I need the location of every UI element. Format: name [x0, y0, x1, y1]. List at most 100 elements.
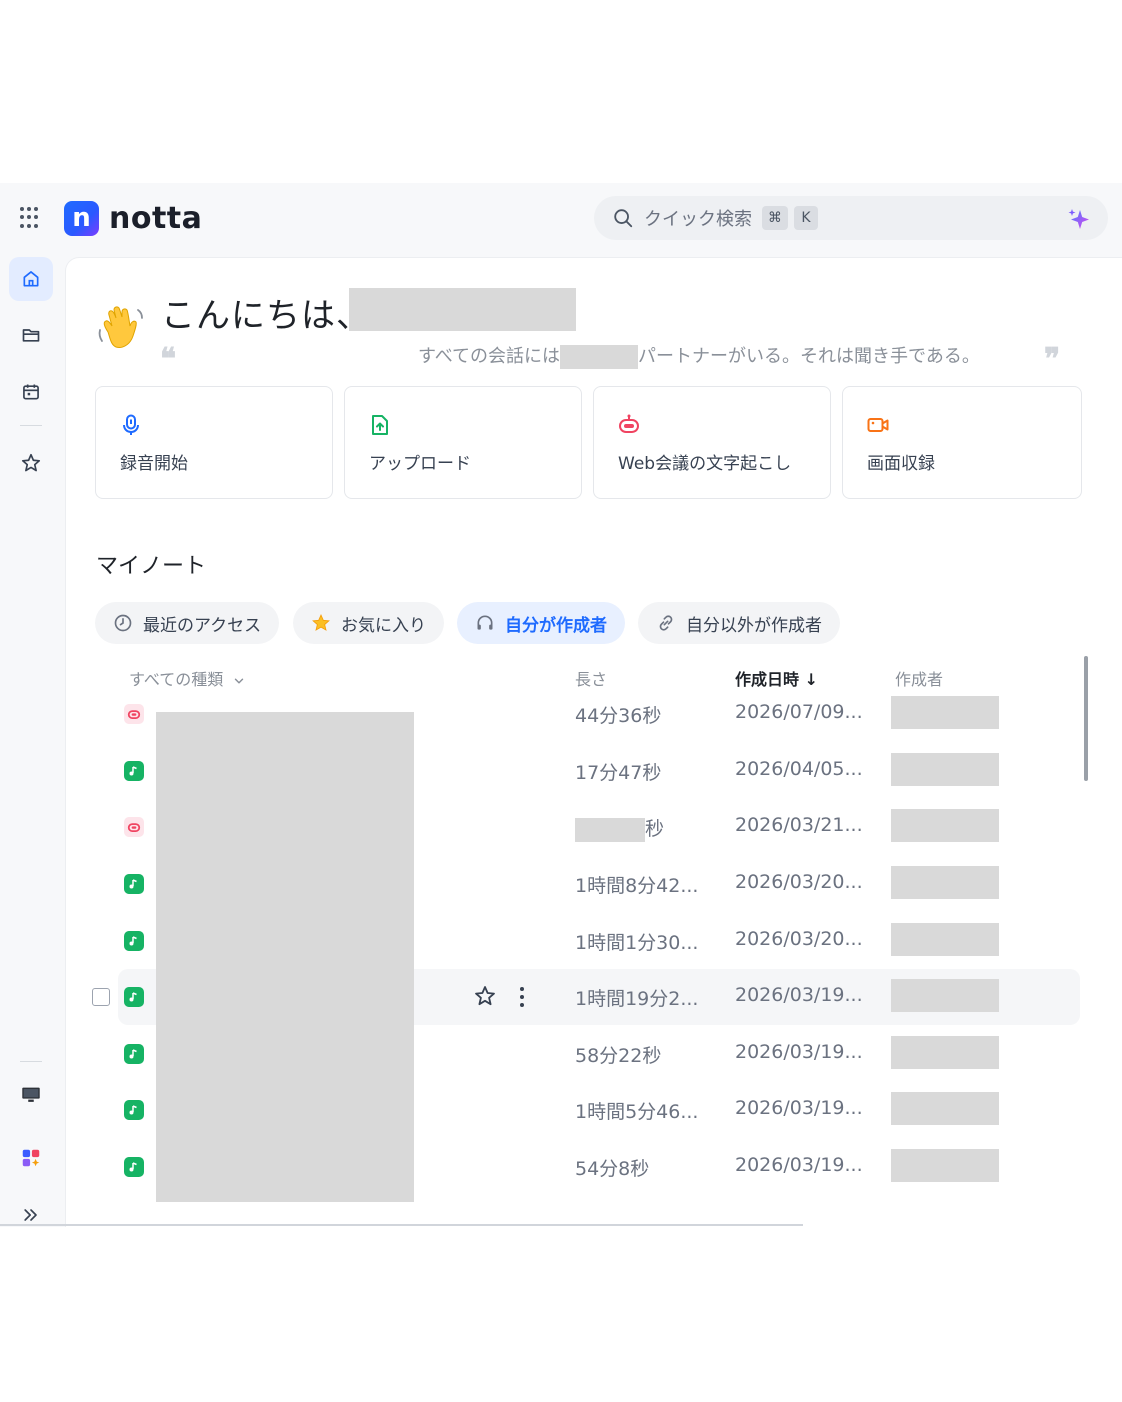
redacted-quote-word: [560, 345, 639, 369]
greeting-quote: すべての会話には パートナーがいる。それは聞き手である。: [418, 342, 980, 369]
redacted-owner: [891, 1036, 999, 1069]
ai-sparkle-icon[interactable]: [1066, 206, 1092, 232]
tab-created-by-me[interactable]: 自分が作成者: [457, 602, 625, 644]
redacted-owner: [891, 1149, 999, 1182]
logo[interactable]: n notta: [64, 200, 202, 236]
scrollbar[interactable]: [1084, 656, 1088, 781]
apps-icon: [22, 1149, 40, 1167]
bot-icon: [619, 414, 639, 433]
redacted-owner: [891, 1092, 999, 1125]
row-length: 1時間19分2...: [575, 988, 699, 1010]
row-created: 2026/03/21...: [735, 814, 863, 836]
tab-favorites-label: お気に入り: [341, 615, 426, 636]
action-web-meeting-label: Web会議の文字起こし: [618, 454, 792, 474]
redacted-owner: [891, 809, 999, 842]
redacted-owner: [891, 753, 999, 786]
sidebar-item-device[interactable]: [9, 1073, 53, 1117]
upload-file-icon: [372, 415, 388, 435]
row-created: 2026/03/20...: [735, 871, 863, 893]
action-upload-label: アップロード: [369, 454, 471, 474]
redacted-owner: [891, 923, 999, 956]
row-created: 2026/03/20...: [735, 928, 863, 950]
quote-text-before: すべての会話には: [418, 346, 561, 367]
row-created: 2026/03/19...: [735, 1154, 863, 1176]
window-bottom-edge: [0, 1224, 803, 1226]
quote-open-icon: ❝: [160, 342, 177, 377]
sidebar-item-apps[interactable]: [9, 1136, 53, 1180]
favorite-star-icon[interactable]: [473, 984, 497, 1008]
redacted-note-names: [156, 712, 414, 1202]
tab-favorites[interactable]: お気に入り: [293, 602, 444, 644]
section-title-my-notes: マイノート: [96, 554, 207, 579]
tab-recent-label: 最近のアクセス: [143, 615, 262, 636]
waving-hand-icon: [98, 306, 143, 348]
clock-icon: [114, 614, 132, 632]
folder-icon: [22, 329, 40, 342]
sidebar-expand[interactable]: [9, 1193, 53, 1227]
action-upload[interactable]: アップロード: [344, 386, 582, 499]
audio-file-icon: [124, 987, 144, 1007]
video-camera-icon: [867, 418, 889, 432]
sidebar-item-home[interactable]: [9, 257, 53, 301]
search-bar[interactable]: クイック検索 ⌘ K: [594, 196, 1108, 240]
quote-text-after: パートナーがいる。それは聞き手である。: [638, 346, 980, 367]
tab-created-by-others-label: 自分以外が作成者: [686, 615, 822, 636]
row-created: 2026/07/09...: [735, 701, 863, 723]
logo-mark: n: [64, 200, 99, 236]
action-record-label: 録音開始: [120, 454, 188, 474]
sidebar-item-favorites[interactable]: [9, 441, 53, 485]
shortcut-key: K: [794, 206, 818, 230]
redacted-owner: [891, 696, 999, 729]
shortcut-cmd: ⌘: [762, 206, 788, 230]
row-length-unit: 秒: [645, 818, 665, 840]
calendar-icon: [23, 384, 39, 400]
double-chevron-right-icon: [24, 1209, 37, 1221]
app-grid-icon[interactable]: [20, 207, 42, 229]
tab-created-by-me-label: 自分が作成者: [505, 615, 607, 636]
logo-text: notta: [109, 200, 203, 236]
quote-close-icon: ❞: [1044, 342, 1061, 377]
row-length: 秒: [575, 814, 664, 842]
audio-file-icon: [124, 874, 144, 894]
app-window: n notta クイック検索 ⌘ K こんにちは、 ❝ すべての会話には パート…: [0, 183, 1122, 1227]
search-placeholder: クイック検索: [644, 209, 752, 230]
star-icon: [21, 453, 41, 472]
row-length: 1時間1分30...: [575, 932, 699, 954]
action-web-meeting[interactable]: Web会議の文字起こし: [593, 386, 831, 499]
row-created: 2026/03/19...: [735, 984, 863, 1006]
row-checkbox[interactable]: [92, 988, 110, 1006]
home-icon: [23, 271, 39, 287]
tab-recent[interactable]: 最近のアクセス: [95, 602, 280, 644]
star-icon: [312, 614, 330, 631]
action-screen-record-label: 画面収録: [867, 454, 935, 474]
audio-file-icon: [124, 1100, 144, 1120]
quick-actions: 録音開始 アップロード Web会議の文字起こし 画面収録: [95, 386, 1083, 499]
bot-file-icon: [124, 817, 144, 837]
row-created: 2026/03/19...: [735, 1097, 863, 1119]
microphone-icon: [123, 414, 139, 435]
sidebar-divider: [20, 425, 42, 426]
more-options-icon[interactable]: [518, 985, 526, 1009]
sidebar-divider-bottom: [20, 1061, 42, 1062]
row-length: 54分8秒: [575, 1158, 650, 1180]
action-record[interactable]: 録音開始: [95, 386, 333, 499]
row-created: 2026/03/19...: [735, 1041, 863, 1063]
redacted-owner: [891, 979, 999, 1012]
sidebar-item-folder[interactable]: [9, 313, 53, 357]
audio-file-icon: [124, 931, 144, 951]
redacted-username: [349, 288, 576, 331]
row-length: 1時間8分42...: [575, 875, 699, 897]
action-screen-record[interactable]: 画面収録: [842, 386, 1082, 499]
greeting-title: こんにちは、: [161, 296, 371, 336]
bot-file-icon: [124, 704, 144, 724]
tab-created-by-others[interactable]: 自分以外が作成者: [638, 602, 840, 644]
sidebar-item-calendar[interactable]: [9, 370, 53, 414]
link-icon: [659, 615, 673, 631]
row-length: 1時間5分46...: [575, 1101, 699, 1123]
row-created: 2026/04/05...: [735, 758, 863, 780]
audio-file-icon: [124, 1044, 144, 1064]
row-length: 44分36秒: [575, 705, 662, 727]
monitor-icon: [22, 1087, 40, 1102]
audio-file-icon: [124, 1157, 144, 1177]
search-icon: [614, 209, 633, 228]
